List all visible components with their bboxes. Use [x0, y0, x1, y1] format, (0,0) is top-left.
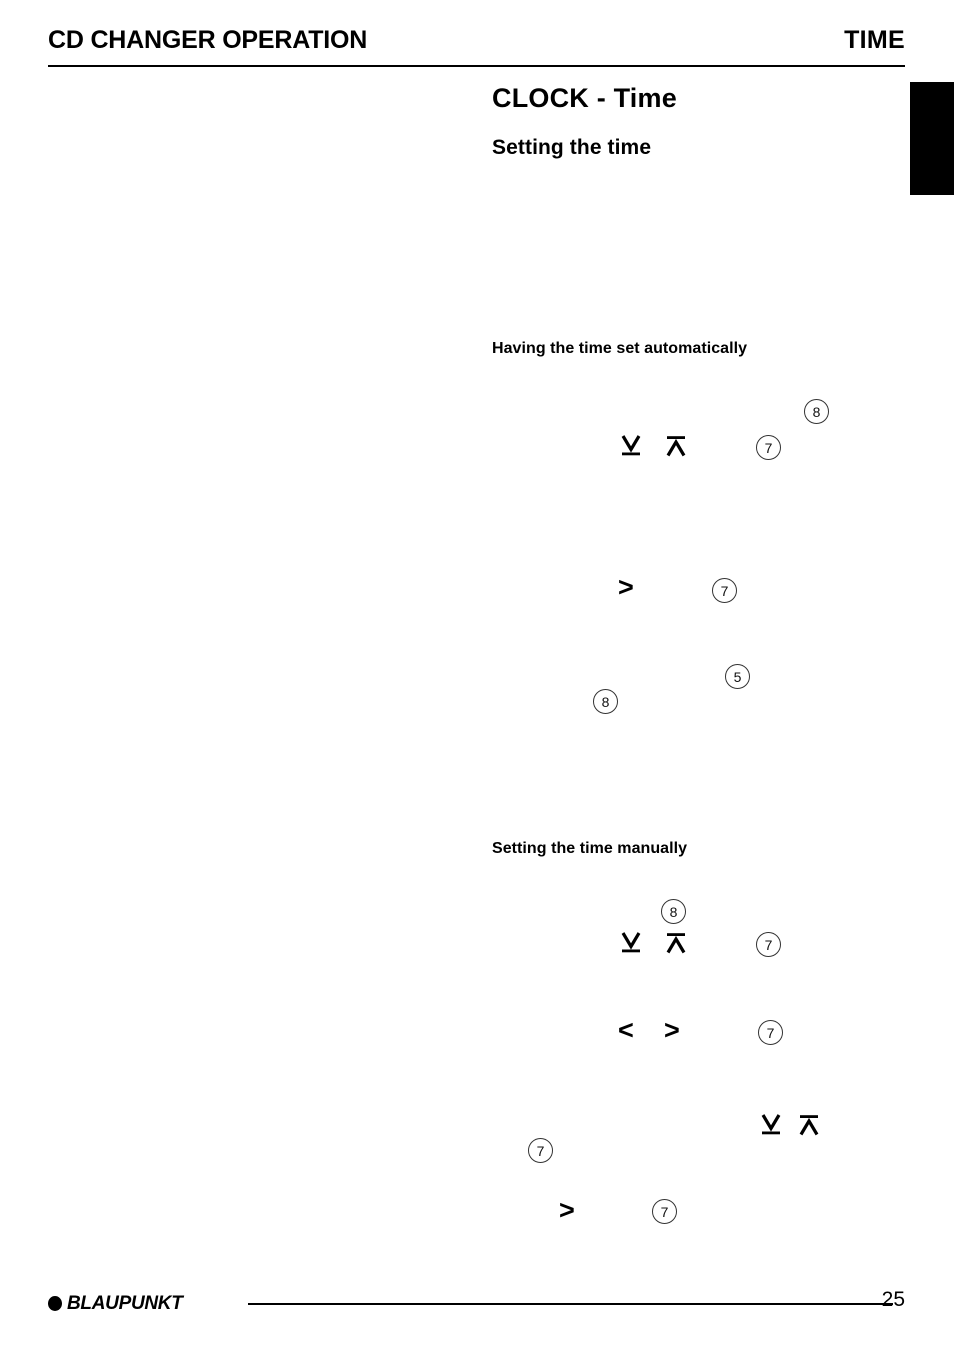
- chapter-thumb-tab: [910, 82, 954, 195]
- left-text-column: [48, 80, 478, 1250]
- arrow-up-bar-icon: [665, 433, 687, 459]
- chevron-right-icon: >: [559, 1195, 575, 1225]
- chevron-right-icon: >: [664, 1015, 680, 1045]
- arrow-up-bar-icon: [798, 1112, 820, 1138]
- callout-number: 7: [528, 1138, 553, 1163]
- arrow-down-bar-icon: [760, 1112, 782, 1138]
- callout-number: 7: [756, 435, 781, 460]
- footer-divider: [248, 1303, 893, 1305]
- page-title: CLOCK - Time: [492, 83, 677, 113]
- page-header: CD CHANGER OPERATION TIME: [48, 28, 905, 70]
- document-page: CD CHANGER OPERATION TIME CLOCK - Time S…: [0, 0, 954, 1356]
- header-left-title: CD CHANGER OPERATION: [48, 26, 368, 54]
- section-heading-automatic: Having the time set automatically: [492, 340, 748, 357]
- callout-number: 7: [652, 1199, 677, 1224]
- callout-number: 8: [593, 689, 618, 714]
- chevron-left-icon: <: [618, 1015, 634, 1045]
- blaupunkt-dot-icon: [48, 1295, 62, 1311]
- right-text-column: CLOCK - Time Setting the time Having the…: [492, 80, 907, 1250]
- callout-number: 8: [804, 399, 829, 424]
- arrow-down-bar-icon: [620, 433, 642, 459]
- callout-number: 7: [712, 578, 737, 603]
- page-subtitle: Setting the time: [492, 136, 652, 159]
- callout-number: 7: [758, 1020, 783, 1045]
- callout-number: 5: [725, 664, 750, 689]
- chevron-right-icon: >: [618, 572, 634, 602]
- header-divider: [48, 65, 905, 67]
- blaupunkt-wordmark: BLAUPUNKT: [67, 1292, 183, 1314]
- arrow-down-bar-icon: [620, 930, 642, 956]
- callout-number: 8: [661, 899, 686, 924]
- blaupunkt-logo: BLAUPUNKT: [48, 1292, 183, 1314]
- header-right-title: TIME: [844, 26, 905, 54]
- page-number: 25: [881, 1288, 905, 1311]
- callout-number: 7: [756, 932, 781, 957]
- section-heading-manual: Setting the time manually: [492, 840, 688, 857]
- page-footer: BLAUPUNKT 25: [48, 1288, 905, 1326]
- arrow-up-bar-icon: [665, 930, 687, 956]
